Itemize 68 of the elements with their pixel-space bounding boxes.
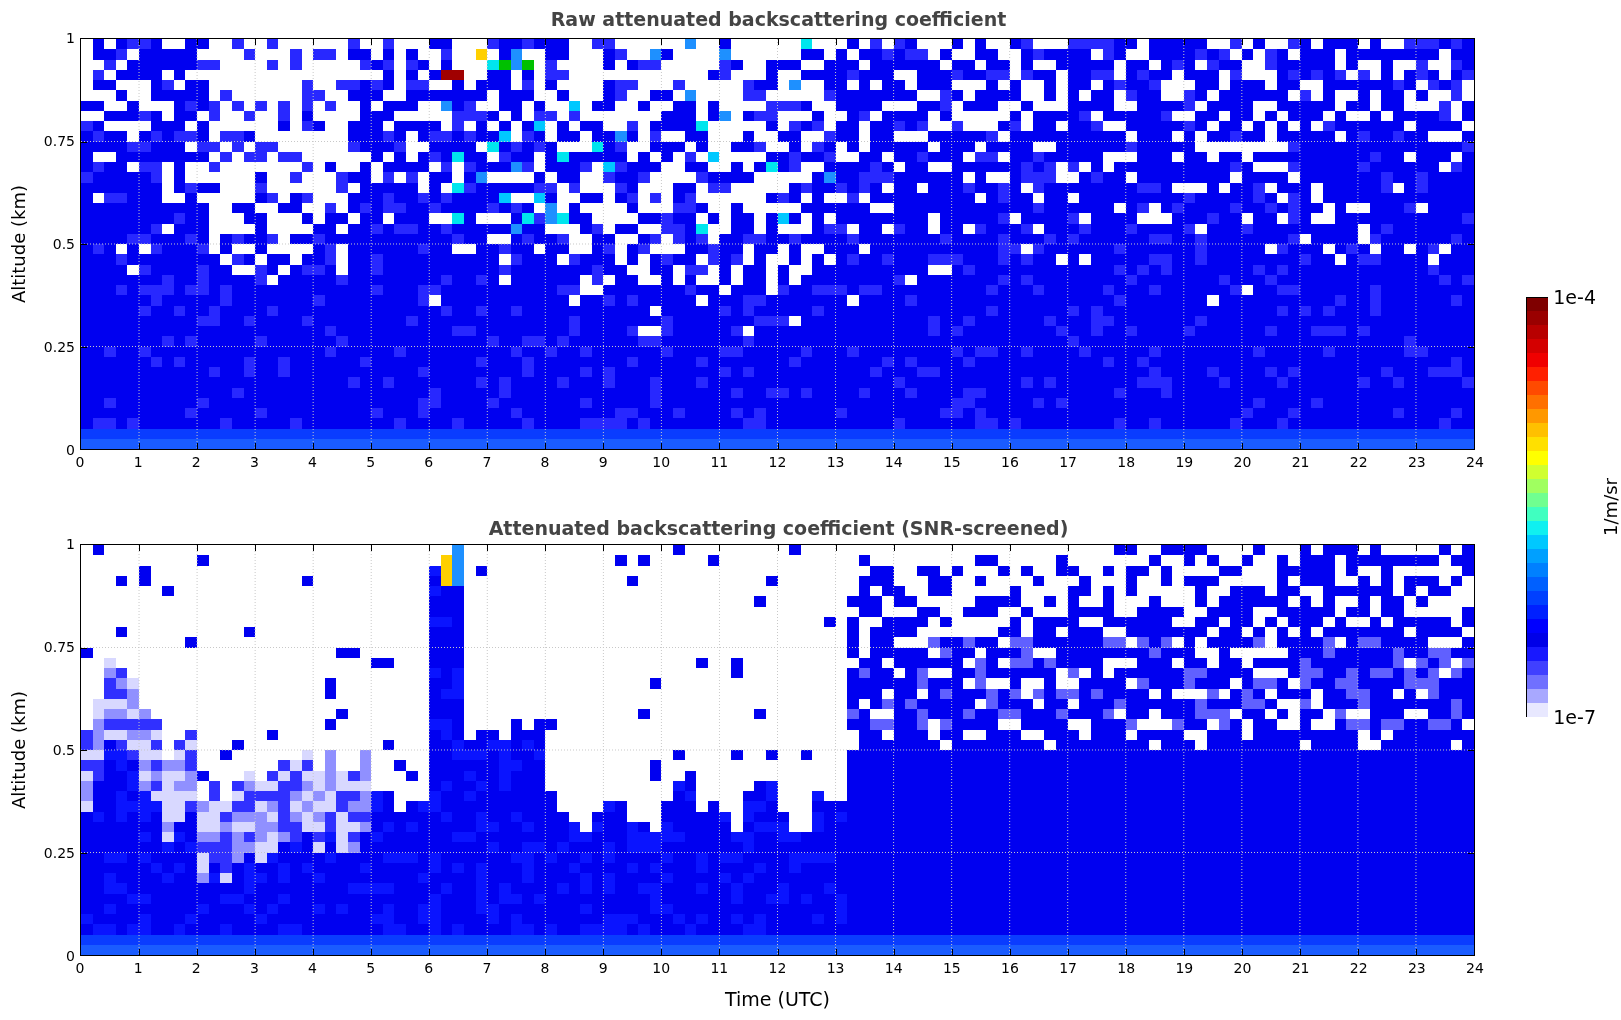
tick-label: 2 [191, 960, 201, 976]
tick-label: 14 [884, 960, 903, 976]
chart-title: Attenuated backscattering coefficient (SNR-screened) [488, 517, 1069, 539]
tick-label: 5 [366, 454, 376, 470]
tick-label: 6 [424, 960, 434, 976]
tick-label: 7 [482, 454, 492, 470]
tick-label: 4 [308, 454, 317, 470]
tick-label: 0 [66, 442, 75, 458]
axis-label: 1/m/sr [1600, 478, 1621, 536]
tick-label: 21 [1291, 454, 1310, 470]
tick-label: 0.75 [43, 639, 75, 655]
tick-label: 6 [424, 454, 434, 470]
tick-label: 22 [1349, 960, 1368, 976]
tick-label: 20 [1233, 454, 1252, 470]
tick-label: 13 [826, 960, 845, 976]
tick-label: 8 [540, 454, 550, 470]
tick-label: 16 [1001, 960, 1019, 976]
tick-label: 0.5 [52, 742, 75, 758]
tick-label: 14 [884, 454, 903, 470]
tick-label: 23 [1407, 960, 1426, 976]
tick-label: 19 [1175, 454, 1194, 470]
tick-label: 20 [1233, 960, 1252, 976]
tick-label: 2 [191, 454, 201, 470]
tick-label: 18 [1117, 454, 1136, 470]
tick-label: 1e-7 [1553, 706, 1596, 728]
tick-label: 10 [652, 454, 671, 470]
tick-label: 10 [652, 960, 671, 976]
tick-label: 11 [710, 454, 729, 470]
tick-label: 8 [540, 960, 550, 976]
chart-title: Raw attenuated backscattering coefficient [550, 8, 1007, 30]
tick-label: 0 [75, 960, 85, 976]
tick-label: 19 [1175, 960, 1194, 976]
tick-label: 21 [1291, 960, 1310, 976]
tick-label: 0.25 [43, 845, 75, 861]
tick-label: 0.25 [43, 339, 75, 355]
tick-label: 15 [942, 960, 961, 976]
tick-label: 12 [768, 960, 787, 976]
tick-label: 17 [1059, 454, 1078, 470]
tick-label: 1 [66, 30, 75, 46]
tick-label: 24 [1466, 960, 1484, 976]
tick-label: 0 [75, 454, 85, 470]
tick-label: 5 [366, 960, 376, 976]
tick-label: 3 [249, 960, 259, 976]
tick-label: 11 [710, 960, 729, 976]
tick-label: 17 [1059, 960, 1078, 976]
tick-label: 0.75 [43, 133, 75, 149]
tick-label: 1e-4 [1553, 286, 1596, 308]
axis-label: Altitude (km) [7, 184, 29, 304]
tick-label: 13 [826, 454, 845, 470]
tick-label: 1 [133, 454, 143, 470]
tick-label: 3 [249, 454, 259, 470]
tick-label: 23 [1407, 454, 1426, 470]
axis-label: Altitude (km) [7, 690, 29, 810]
tick-label: 12 [768, 454, 787, 470]
tick-label: 24 [1466, 454, 1484, 470]
tick-label: 9 [598, 454, 608, 470]
tick-label: 1 [133, 960, 143, 976]
tick-label: 4 [308, 960, 317, 976]
axis-label: Time (UTC) [725, 988, 830, 1010]
tick-label: 0.5 [52, 236, 75, 252]
tick-label: 7 [482, 960, 492, 976]
tick-label: 1 [66, 536, 75, 552]
tick-label: 9 [598, 960, 608, 976]
tick-label: 15 [942, 454, 961, 470]
tick-label: 18 [1117, 960, 1136, 976]
tick-label: 16 [1001, 454, 1019, 470]
tick-label: 0 [66, 948, 75, 964]
tick-label: 22 [1349, 454, 1368, 470]
